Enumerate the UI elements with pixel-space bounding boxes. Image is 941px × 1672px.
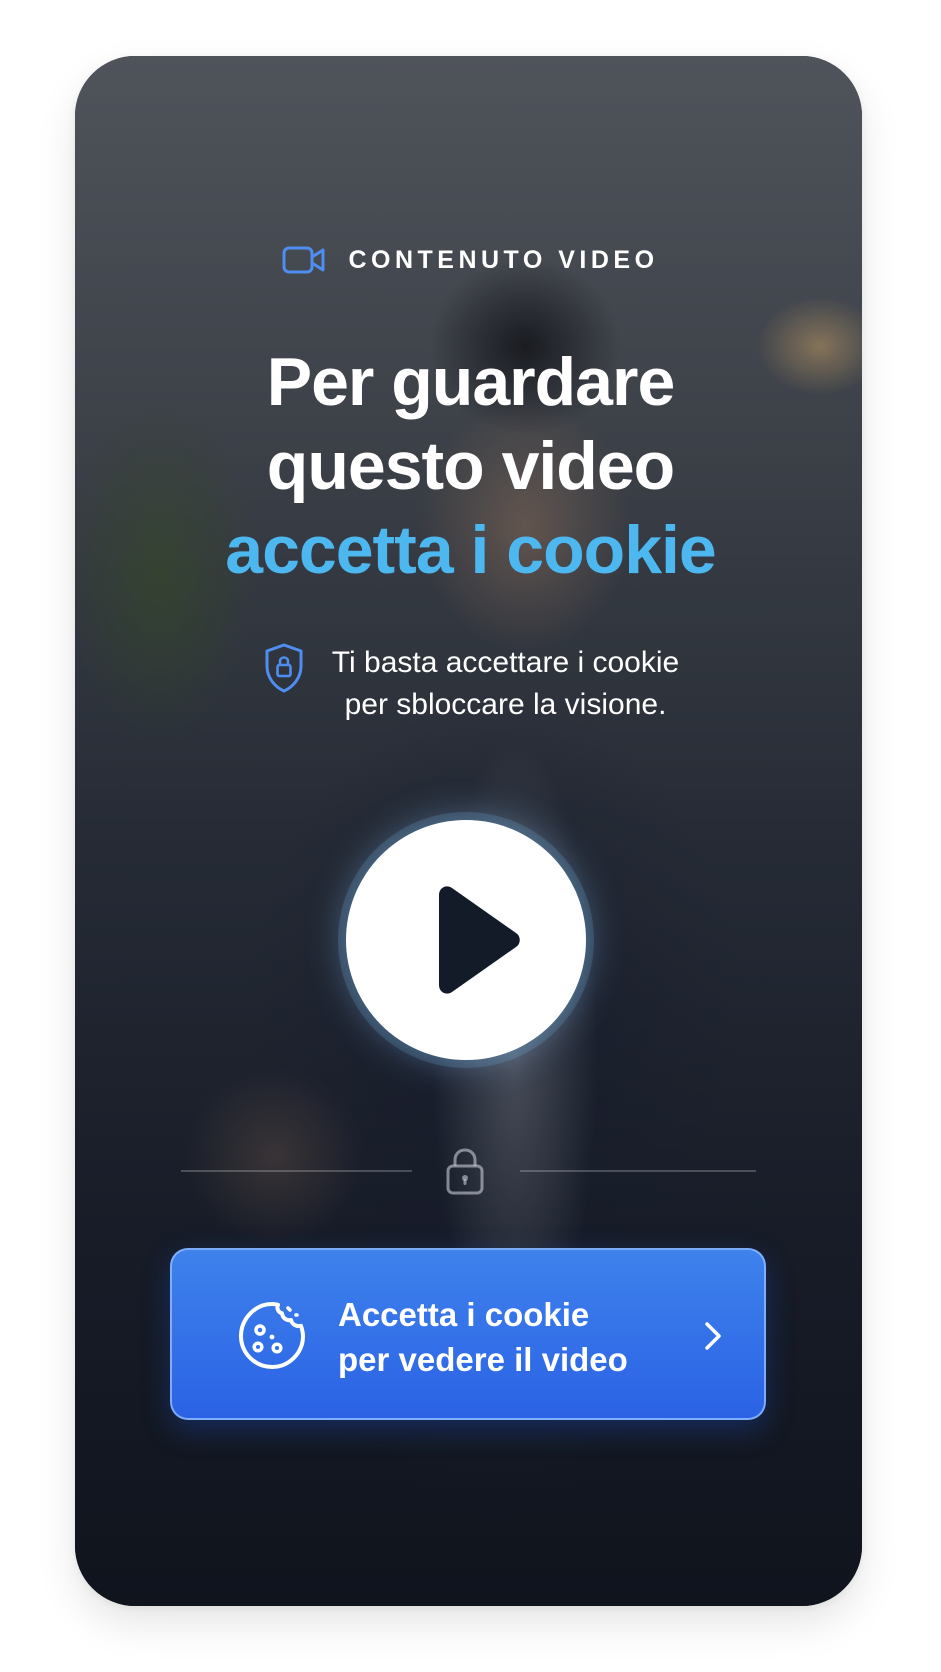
eyebrow-text: CONTENUTO VIDEO bbox=[348, 245, 659, 274]
unlock-note-text: Ti basta accettare i cookie per sbloccar… bbox=[332, 642, 679, 726]
play-button[interactable] bbox=[346, 820, 586, 1060]
title-line-1: Per guardare bbox=[266, 344, 676, 420]
cta-line-2: per vedere il video bbox=[338, 1341, 628, 1378]
cta-line-1: Accetta i cookie bbox=[338, 1296, 590, 1333]
shield-lock-icon bbox=[265, 643, 303, 693]
chevron-right-icon bbox=[705, 1322, 721, 1350]
unlock-note: Ti basta accettare i cookie per sbloccar… bbox=[0, 642, 941, 726]
note-line-1: Ti basta accettare i cookie bbox=[331, 646, 680, 679]
page-title: Per guardare questo video accetta i cook… bbox=[0, 340, 941, 592]
divider-right bbox=[520, 1170, 756, 1172]
video-camera-icon bbox=[282, 246, 325, 274]
lock-icon bbox=[446, 1148, 484, 1195]
cta-label: Accetta i cookie per vedere il video bbox=[338, 1292, 628, 1382]
note-line-2: per sbloccare la visione. bbox=[344, 688, 667, 721]
divider-left bbox=[181, 1170, 412, 1172]
content-type-label: CONTENUTO VIDEO bbox=[0, 244, 941, 276]
title-line-2: questo video bbox=[266, 428, 675, 504]
title-accent: accetta i cookie bbox=[225, 512, 716, 588]
play-icon bbox=[439, 886, 520, 994]
cookie-icon bbox=[239, 1302, 305, 1369]
accept-cookies-button[interactable]: Accetta i cookie per vedere il video bbox=[170, 1248, 766, 1420]
